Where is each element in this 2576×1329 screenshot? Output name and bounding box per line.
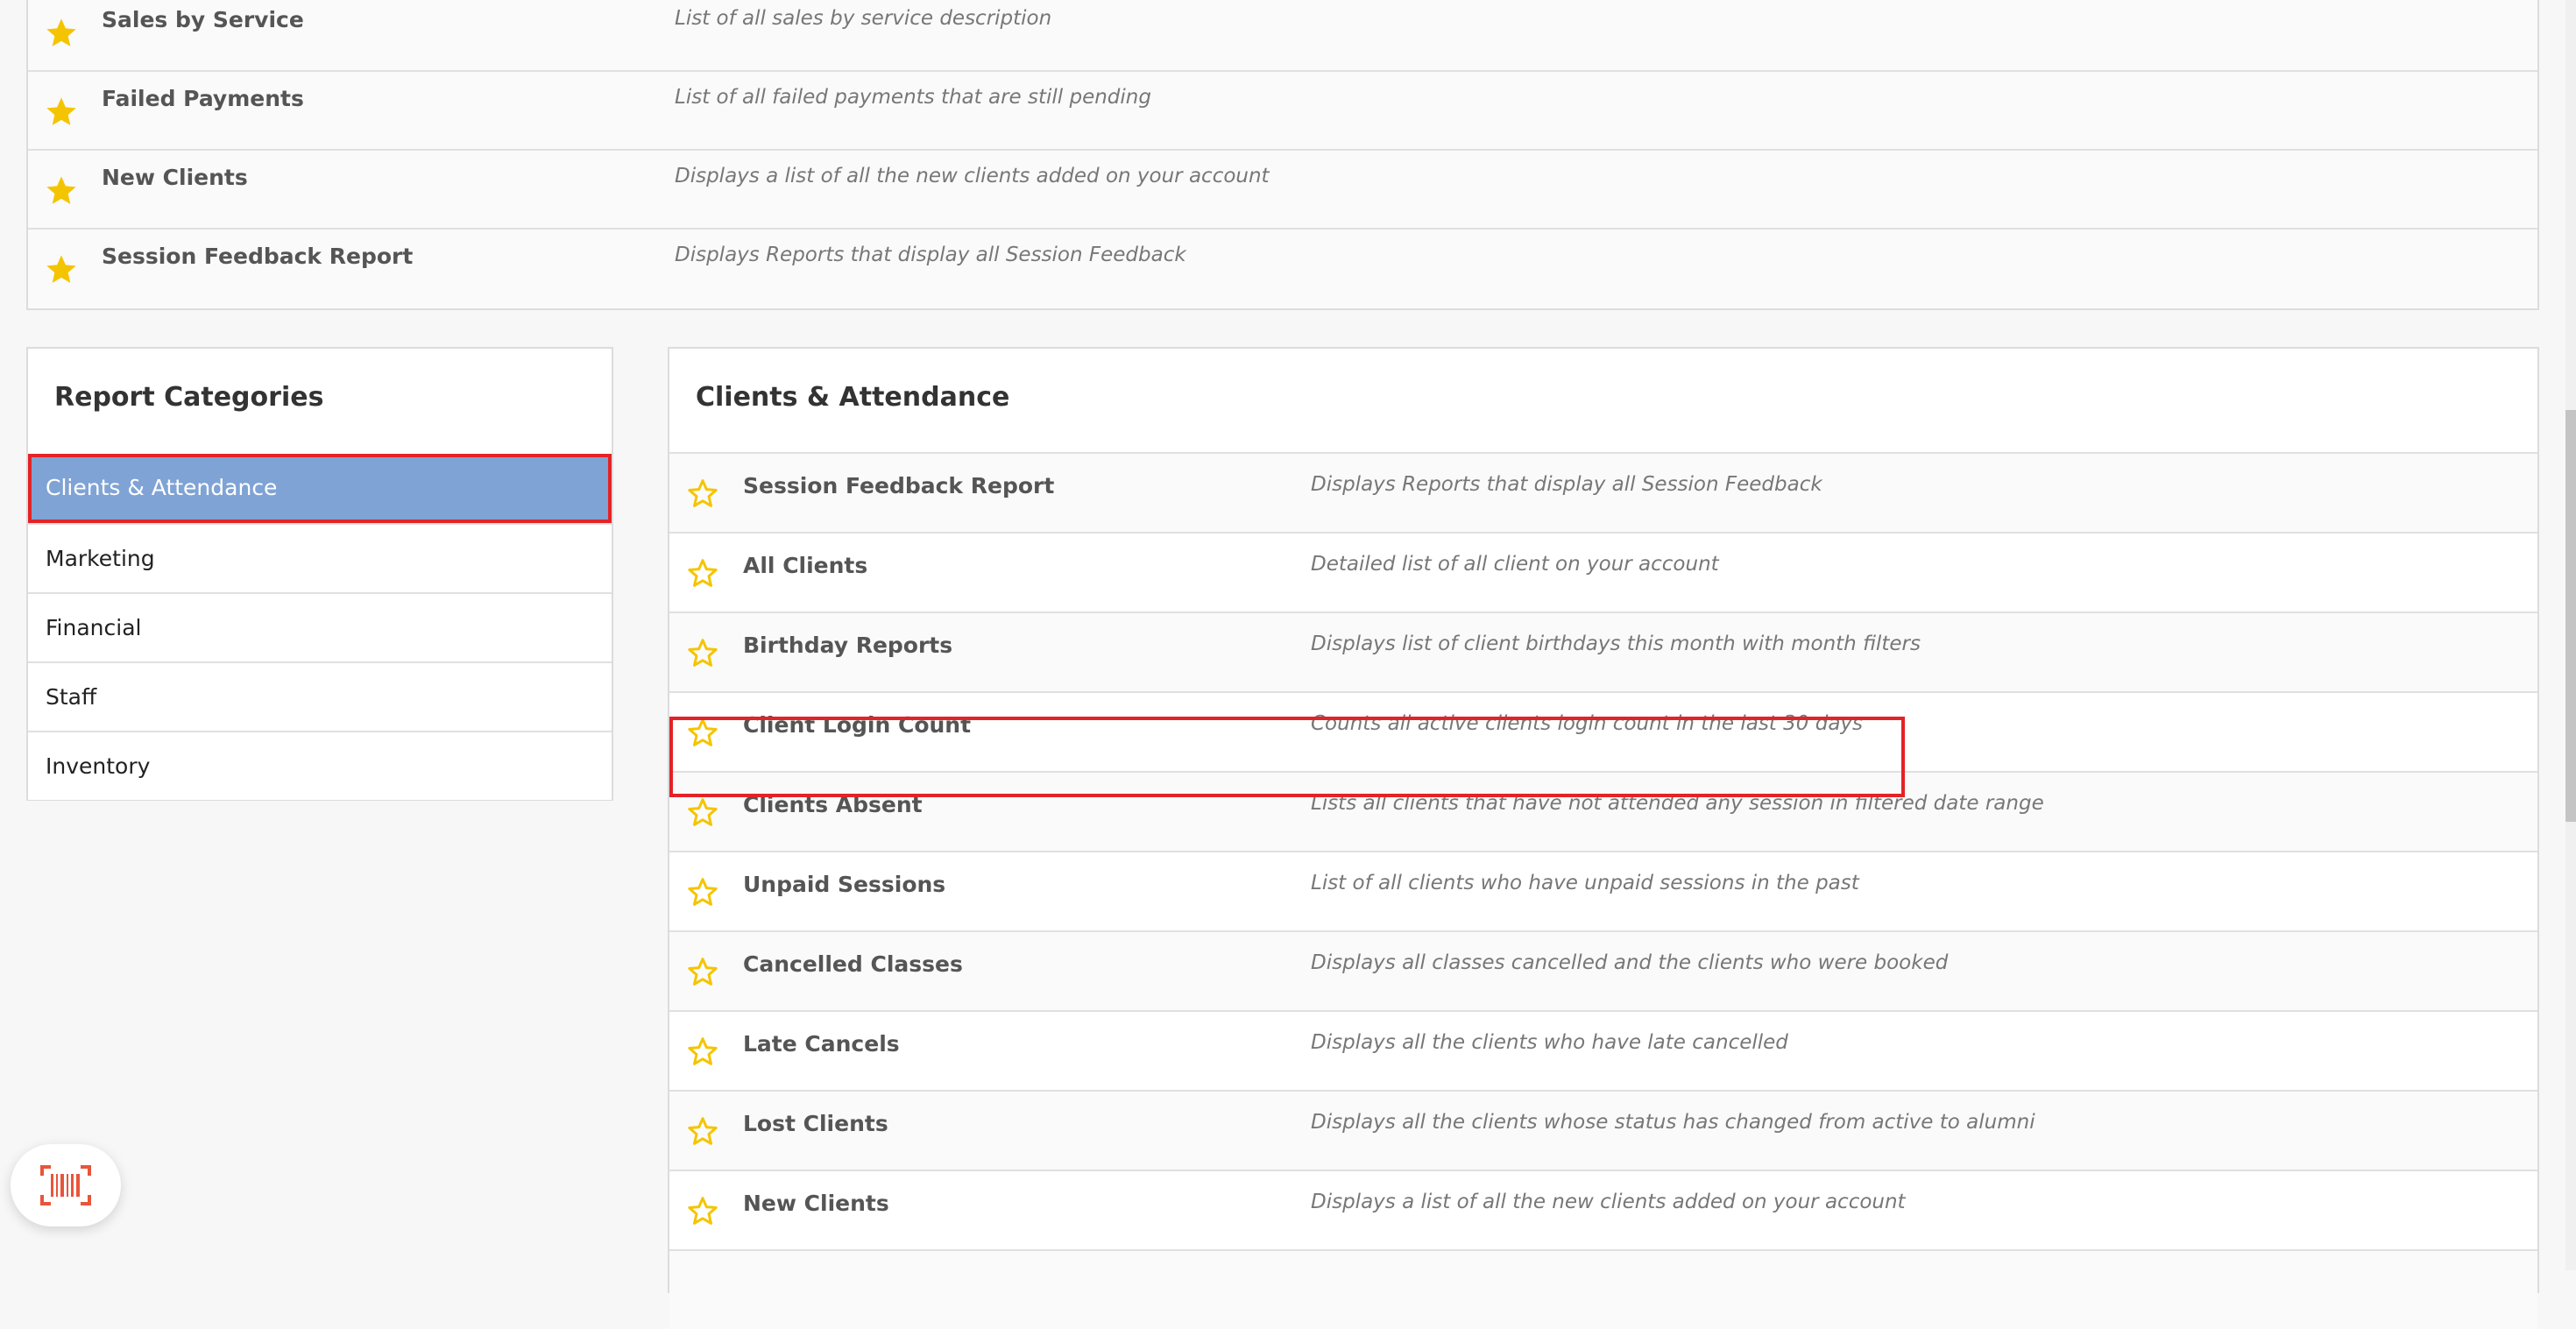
report-row[interactable]: Unpaid Sessions List of all clients who …: [669, 851, 2537, 930]
reports-list: Session Feedback Report Displays Reports…: [669, 452, 2537, 1329]
report-description: Lists all clients that have not attended…: [1311, 792, 2044, 815]
report-row[interactable]: Late Cancels Displays all the clients wh…: [669, 1010, 2537, 1090]
category-label: Marketing: [46, 546, 155, 571]
star-outline-icon[interactable]: [685, 477, 720, 512]
report-description: List of all failed payments that are sti…: [675, 86, 1151, 109]
report-row[interactable]: Client Login Count Counts all active cli…: [669, 691, 2537, 771]
category-label: Financial: [46, 615, 142, 640]
report-title[interactable]: Session Feedback Report: [743, 473, 1054, 498]
star-filled-icon[interactable]: [44, 16, 79, 51]
report-row[interactable]: All Clients Detailed list of all client …: [669, 532, 2537, 611]
report-title[interactable]: Cancelled Classes: [743, 951, 963, 977]
report-row[interactable]: Session Feedback Report Displays Reports…: [669, 452, 2537, 532]
scanner-widget-button[interactable]: [11, 1144, 121, 1226]
category-financial[interactable]: Financial: [28, 592, 612, 661]
favourite-row[interactable]: Sales by Service List of all sales by se…: [28, 0, 2537, 72]
category-label: Staff: [46, 684, 97, 710]
star-outline-icon[interactable]: [685, 716, 720, 751]
star-outline-icon[interactable]: [685, 636, 720, 671]
star-filled-icon[interactable]: [44, 252, 79, 287]
category-clients-attendance[interactable]: Clients & Attendance: [28, 454, 612, 523]
report-title[interactable]: Lost Clients: [743, 1111, 888, 1136]
star-outline-icon[interactable]: [685, 795, 720, 831]
report-description: Displays Reports that display all Sessio…: [675, 244, 1186, 266]
favourite-reports-list: Sales by Service List of all sales by se…: [26, 0, 2539, 310]
report-title[interactable]: Clients Absent: [743, 792, 923, 817]
report-description: Displays all classes cancelled and the c…: [1311, 951, 1949, 974]
star-outline-icon[interactable]: [685, 556, 720, 591]
report-row[interactable]: New Clients Displays a list of all the n…: [669, 1170, 2537, 1249]
category-marketing[interactable]: Marketing: [28, 523, 612, 592]
star-outline-icon[interactable]: [685, 875, 720, 910]
reports-heading: Clients & Attendance: [696, 382, 1010, 413]
report-description: List of all sales by service description: [675, 7, 1052, 30]
report-title[interactable]: Client Login Count: [743, 712, 971, 738]
report-row[interactable]: Lost Clients Displays all the clients wh…: [669, 1090, 2537, 1170]
report-title[interactable]: Unpaid Sessions: [743, 872, 945, 897]
report-title[interactable]: New Clients: [102, 165, 248, 190]
report-title[interactable]: Session Feedback Report: [102, 244, 413, 269]
report-title[interactable]: Sales by Service: [102, 7, 304, 32]
favourite-row[interactable]: Failed Payments List of all failed payme…: [28, 72, 2537, 151]
report-row[interactable]: Clients Absent Lists all clients that ha…: [669, 771, 2537, 851]
favourite-row[interactable]: New Clients Displays a list of all the n…: [28, 151, 2537, 230]
report-title[interactable]: Birthday Reports: [743, 633, 952, 658]
report-row[interactable]: Cancelled Classes Displays all classes c…: [669, 930, 2537, 1010]
report-description: Displays a list of all the new clients a…: [675, 165, 1270, 187]
report-title[interactable]: New Clients: [743, 1191, 889, 1216]
star-filled-icon[interactable]: [44, 173, 79, 209]
category-label: Inventory: [46, 753, 151, 779]
report-title[interactable]: All Clients: [743, 553, 867, 578]
category-inventory[interactable]: Inventory: [28, 731, 612, 800]
star-filled-icon[interactable]: [44, 95, 79, 130]
barcode-scanner-icon: [40, 1165, 91, 1205]
report-description: Displays all the clients whose status ha…: [1311, 1111, 2035, 1134]
star-outline-icon[interactable]: [685, 1114, 720, 1149]
report-description: Displays Reports that display all Sessio…: [1311, 473, 1822, 496]
report-description: Detailed list of all client on your acco…: [1311, 553, 1719, 576]
report-description: Displays a list of all the new clients a…: [1311, 1191, 1906, 1213]
star-outline-icon[interactable]: [685, 955, 720, 990]
report-description: Counts all active clients login count in…: [1311, 712, 1864, 735]
category-label: Clients & Attendance: [46, 475, 278, 500]
report-description: List of all clients who have unpaid sess…: [1311, 872, 1859, 894]
star-outline-icon[interactable]: [685, 1194, 720, 1229]
report-row[interactable]: [669, 1249, 2537, 1329]
category-staff[interactable]: Staff: [28, 661, 612, 731]
category-reports-panel: Clients & Attendance Session Feedback Re…: [668, 347, 2539, 1329]
report-categories-panel: Report Categories Clients & Attendance M…: [26, 347, 613, 801]
favourite-row[interactable]: Session Feedback Report Displays Reports…: [28, 230, 2537, 308]
categories-heading: Report Categories: [54, 382, 324, 413]
report-title[interactable]: Failed Payments: [102, 86, 304, 111]
report-description: Displays all the clients who have late c…: [1311, 1031, 1788, 1054]
scrollbar-thumb[interactable]: [2565, 410, 2576, 822]
report-description: Displays list of client birthdays this m…: [1311, 633, 1921, 655]
report-row[interactable]: Birthday Reports Displays list of client…: [669, 611, 2537, 691]
star-outline-icon[interactable]: [685, 1035, 720, 1070]
report-title[interactable]: Late Cancels: [743, 1031, 900, 1057]
